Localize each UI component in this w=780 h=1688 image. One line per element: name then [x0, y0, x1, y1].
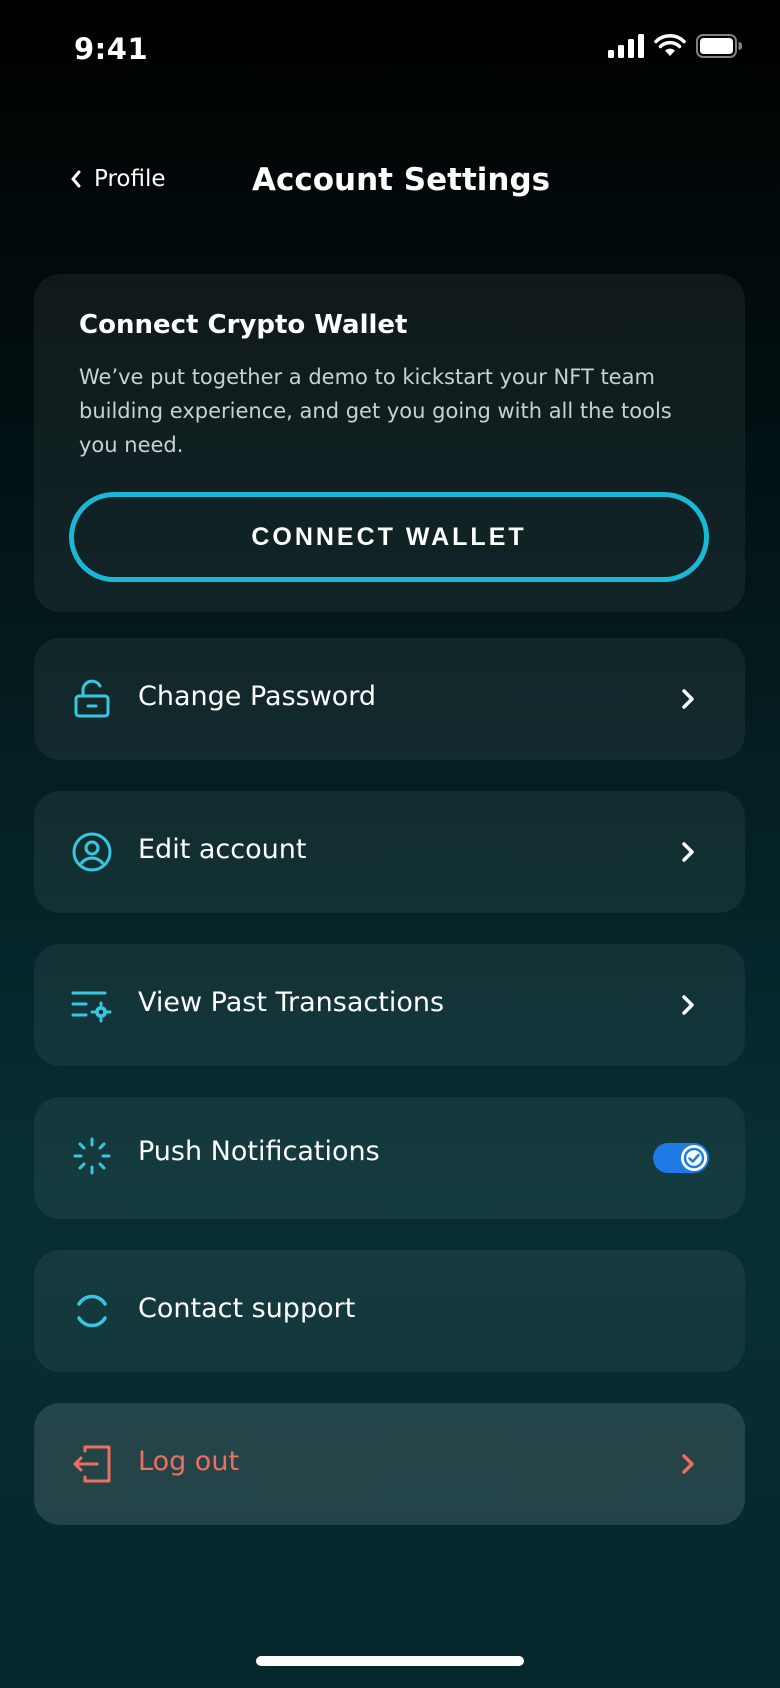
log-out-row[interactable]: Log out	[34, 1403, 745, 1525]
chevron-right-icon	[682, 1454, 694, 1474]
past-transactions-row[interactable]: View Past Transactions	[34, 944, 745, 1066]
status-icons	[608, 34, 742, 58]
check-icon	[683, 1147, 705, 1169]
change-password-row[interactable]: Change Password	[34, 638, 745, 760]
home-indicator	[256, 1656, 524, 1666]
list-settings-icon	[70, 983, 114, 1027]
signal-icon	[608, 34, 644, 58]
wallet-description: We’ve put together a demo to kickstart y…	[79, 365, 672, 457]
log-out-label: Log out	[138, 1446, 240, 1477]
loader-icon	[70, 1134, 114, 1178]
status-time: 9:41	[74, 32, 149, 66]
chevron-right-icon	[682, 842, 694, 862]
wallet-card: Connect Crypto Wallet We’ve put together…	[34, 274, 745, 612]
page-title: Account Settings	[252, 162, 551, 198]
contact-support-label: Contact support	[138, 1293, 356, 1324]
chevron-left-icon	[71, 170, 81, 188]
wallet-title: Connect Crypto Wallet	[79, 310, 408, 340]
edit-account-label: Edit account	[138, 834, 307, 865]
status-bar: 9:41	[0, 0, 780, 100]
contact-support-row[interactable]: Contact support	[34, 1250, 745, 1372]
nav-bar: Profile Account Settings	[0, 160, 780, 204]
edit-account-row[interactable]: Edit account	[34, 791, 745, 913]
push-notifications-toggle[interactable]	[653, 1143, 709, 1173]
refresh-circle-icon	[70, 1289, 114, 1333]
back-label: Profile	[94, 166, 166, 192]
push-notifications-label: Push Notifications	[138, 1136, 380, 1167]
chevron-right-icon	[682, 995, 694, 1015]
push-notifications-row: Push Notifications	[34, 1097, 745, 1219]
unlock-icon	[70, 677, 114, 721]
past-transactions-label: View Past Transactions	[138, 987, 445, 1018]
battery-icon	[696, 34, 742, 58]
toggle-knob	[681, 1145, 707, 1171]
connect-wallet-button[interactable]: CONNECT WALLET	[69, 492, 709, 582]
user-circle-icon	[70, 830, 114, 874]
change-password-label: Change Password	[138, 681, 377, 712]
chevron-right-icon	[682, 689, 694, 709]
back-button[interactable]: Profile	[70, 166, 166, 192]
wifi-icon	[654, 34, 686, 56]
logout-icon	[70, 1442, 114, 1486]
